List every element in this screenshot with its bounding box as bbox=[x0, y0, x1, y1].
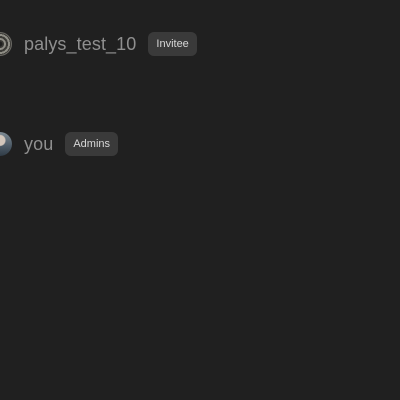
member-name: you bbox=[24, 133, 54, 154]
role-badge-invitee: Invitee bbox=[148, 32, 197, 56]
member-row-you[interactable]: you Admins bbox=[0, 130, 119, 158]
member-row-palys-test-10[interactable]: palys_test_10 Invitee bbox=[0, 30, 197, 58]
member-list: palys_test_10 Invitee you Admins bbox=[0, 0, 400, 400]
user-photo-avatar bbox=[0, 132, 12, 156]
role-badge-admins: Admins bbox=[65, 132, 119, 156]
member-name: palys_test_10 bbox=[24, 33, 137, 54]
pattern-avatar-icon bbox=[0, 32, 12, 56]
